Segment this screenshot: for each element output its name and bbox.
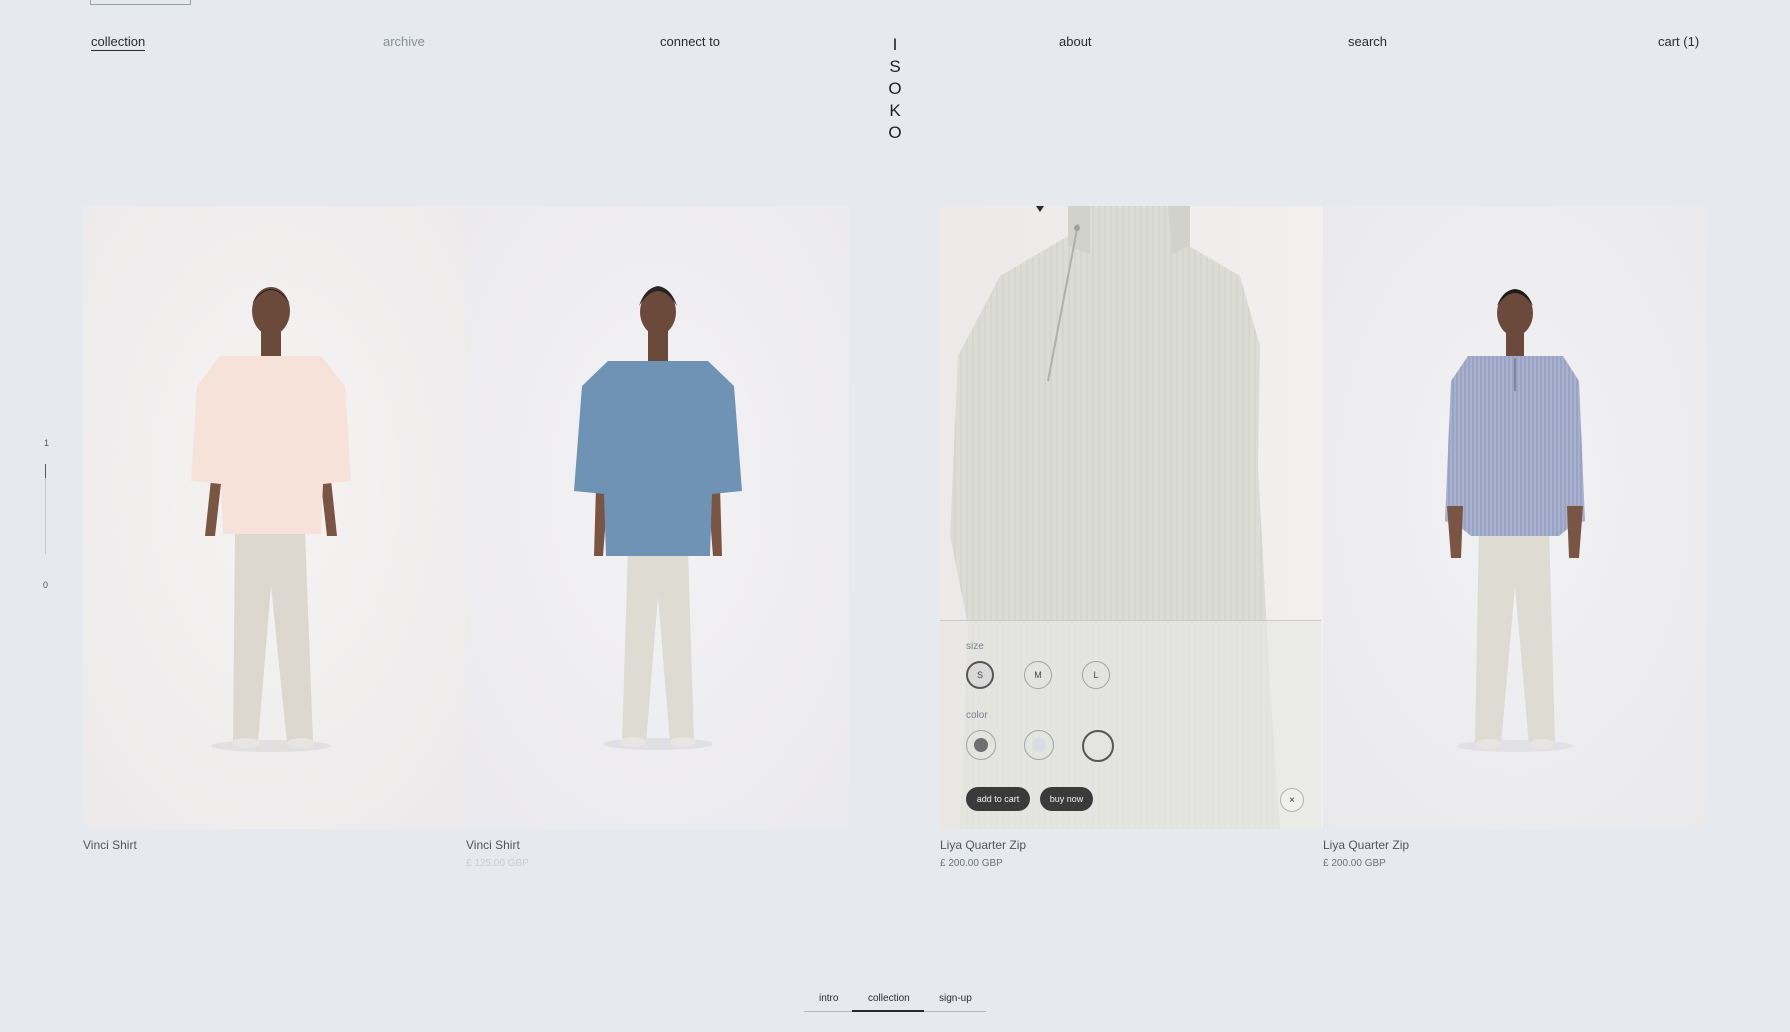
product-card-2-image[interactable] [466, 206, 849, 829]
logo-letter: I [892, 35, 898, 54]
logo-letter: S [889, 57, 901, 76]
product-name-2[interactable]: Vinci Shirt [466, 838, 520, 852]
nav-about[interactable]: about [1059, 34, 1092, 49]
product-card-1-image[interactable] [83, 206, 466, 829]
close-icon[interactable]: × [1280, 788, 1304, 812]
scroll-progress-active [45, 464, 46, 478]
color-swatch-ecru[interactable] [1082, 730, 1114, 762]
section-tab-sign-up[interactable]: sign-up [939, 993, 972, 1004]
color-swatch-charcoal[interactable] [966, 730, 996, 760]
logo-letter: K [889, 101, 901, 120]
scroll-progress-track [45, 478, 46, 554]
top-edge-line [90, 0, 191, 5]
logo-letter: O [888, 123, 902, 142]
size-option-l[interactable]: L [1082, 661, 1110, 689]
product-name-3[interactable]: Liya Quarter Zip [940, 838, 1026, 852]
section-tab-intro[interactable]: intro [819, 993, 838, 1004]
product-card-4-image[interactable] [1323, 206, 1706, 829]
color-label: color [966, 710, 988, 721]
product-price-3: £ 200.00 GBP [940, 858, 1003, 869]
section-tab-active-indicator [852, 1010, 924, 1012]
color-dot [1032, 738, 1046, 752]
product-photo-striped-quarter-zip [1323, 206, 1706, 829]
color-dot [1091, 739, 1105, 753]
product-price-2: £ 125.00 GBP [466, 858, 529, 869]
size-option-s[interactable]: S [966, 661, 994, 689]
product-name-1[interactable]: Vinci Shirt [83, 838, 137, 852]
product-photo-peach-shirt [83, 206, 466, 829]
product-name-4[interactable]: Liya Quarter Zip [1323, 838, 1409, 852]
size-option-m[interactable]: M [1024, 661, 1052, 689]
scroll-index-top: 1 [44, 438, 50, 448]
scroll-index-bottom: 0 [43, 580, 49, 590]
product-photo-blue-shirt [466, 206, 849, 829]
section-nav: intro collection sign-up [804, 988, 986, 1012]
color-dot [974, 738, 988, 752]
product-price-4: £ 200.00 GBP [1323, 858, 1386, 869]
buy-now-button[interactable]: buy now [1040, 787, 1093, 811]
section-tab-collection[interactable]: collection [868, 993, 910, 1004]
add-to-cart-button[interactable]: add to cart [966, 787, 1030, 811]
quick-add-panel: size S M L color add to cart buy now × [940, 620, 1321, 830]
nav-connect-to[interactable]: connect to [660, 34, 720, 49]
nav-cart[interactable]: cart (1) [1658, 34, 1699, 49]
scroll-indicator[interactable]: 1 0 [43, 438, 54, 592]
brand-logo[interactable]: I S O K O [888, 34, 902, 144]
nav-collection[interactable]: collection [91, 34, 146, 51]
color-swatch-lavender[interactable] [1024, 730, 1054, 760]
size-label: size [966, 641, 984, 652]
logo-letter: O [888, 79, 902, 98]
nav-search[interactable]: search [1348, 34, 1387, 49]
nav-archive[interactable]: archive [383, 34, 425, 49]
